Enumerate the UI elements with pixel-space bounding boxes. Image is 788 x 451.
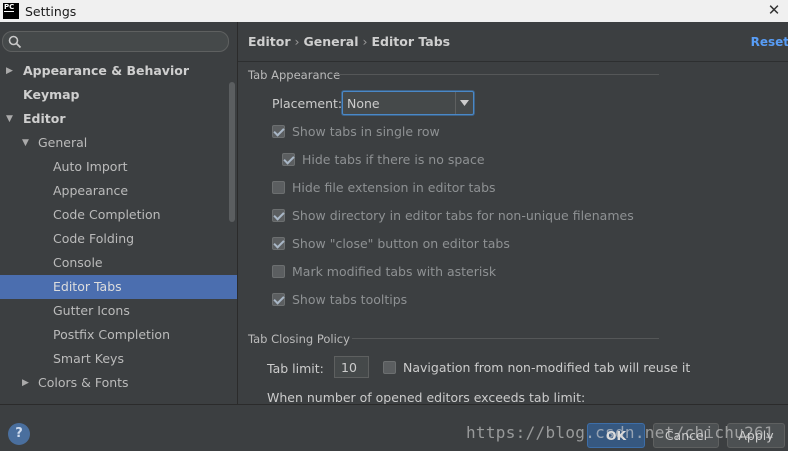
breadcrumb-editor-tabs: Editor Tabs [371, 34, 451, 49]
tree-item-appearance[interactable]: Appearance [0, 179, 237, 203]
option-label: Hide file extension in editor tabs [292, 180, 496, 195]
title-bar: PC Settings ✕ [0, 0, 788, 22]
help-icon[interactable]: ? [8, 423, 30, 445]
tab-appearance-title: Tab Appearance [248, 68, 341, 82]
search-input[interactable] [2, 31, 229, 52]
tree-item-label: Appearance [53, 183, 129, 198]
tree-item-label: Console [53, 255, 103, 270]
tree-item-colors-fonts[interactable]: ▶ Colors & Fonts [0, 371, 237, 395]
reset-link[interactable]: Reset [751, 35, 788, 49]
tree-item-label: Editor Tabs [53, 279, 122, 294]
tree-item-label: Postfix Completion [53, 327, 170, 342]
pycharm-app-icon: PC [3, 3, 19, 19]
breadcrumb-bar: Editor › General › Editor Tabs Reset [238, 22, 788, 62]
placement-label: Placement: [272, 96, 343, 111]
tab-limit-label: Tab limit: [267, 361, 324, 376]
breadcrumb-separator: › [294, 34, 300, 49]
tree-item-console[interactable]: Console [0, 251, 237, 275]
checkbox[interactable] [272, 265, 285, 278]
section-divider [334, 74, 659, 75]
option-label: Show "close" button on editor tabs [292, 236, 510, 251]
breadcrumb: Editor › General › Editor Tabs [248, 34, 450, 49]
tree-item-smart-keys[interactable]: Smart Keys [0, 347, 237, 371]
option-label: Show directory in editor tabs for non-un… [292, 208, 634, 223]
breadcrumb-editor: Editor [248, 34, 291, 49]
option-label: Navigation from non-modified tab will re… [403, 360, 691, 375]
tree-item-label: Code Folding [53, 231, 135, 246]
checkbox[interactable] [272, 237, 285, 250]
placement-select[interactable]: None [342, 91, 474, 115]
tree-item-editor-tabs[interactable]: Editor Tabs [0, 275, 237, 299]
checkbox[interactable] [383, 361, 396, 374]
tree-item-code-completion[interactable]: Code Completion [0, 203, 237, 227]
checkbox[interactable] [282, 153, 295, 166]
tree-item-label: Smart Keys [53, 351, 124, 366]
tree-item-appearance-behavior[interactable]: ▶ Appearance & Behavior [0, 59, 237, 83]
tree-item-label: Keymap [23, 87, 80, 102]
watermark-text: https://blog.csdn.net/chichu261 [466, 423, 774, 442]
option-label: Hide tabs if there is no space [302, 152, 485, 167]
window-title: Settings [25, 3, 77, 19]
option-label: Mark modified tabs with asterisk [292, 264, 497, 279]
expand-arrow-icon[interactable]: ▶ [22, 371, 29, 395]
checkbox[interactable] [272, 209, 285, 222]
tree-item-label: Code Completion [53, 207, 161, 222]
collapse-arrow-icon[interactable]: ▼ [6, 107, 13, 131]
section-divider [352, 338, 659, 339]
settings-sidebar: ▶ Appearance & Behavior Keymap ▼ Editor … [0, 22, 237, 404]
tree-item-label: General [38, 135, 88, 150]
tree-item-general[interactable]: ▼ General [0, 131, 237, 155]
tab-limit-input[interactable]: 10 [334, 356, 369, 378]
checkbox[interactable] [272, 125, 285, 138]
tree-item-gutter-icons[interactable]: Gutter Icons [0, 299, 237, 323]
tree-item-keymap[interactable]: Keymap [0, 83, 237, 107]
breadcrumb-general: General [303, 34, 359, 49]
placement-value: None [347, 96, 380, 111]
expand-arrow-icon[interactable]: ▶ [6, 59, 13, 83]
settings-panel: Editor › General › Editor Tabs Reset Tab App… [237, 22, 788, 405]
tree-item-label: Colors & Fonts [38, 375, 129, 390]
tree-item-label: Auto Import [53, 159, 128, 174]
tree-item-label: Editor [23, 111, 66, 126]
tree-item-postfix-completion[interactable]: Postfix Completion [0, 323, 237, 347]
option-label: Show tabs tooltips [292, 292, 408, 307]
checkbox[interactable] [272, 293, 285, 306]
tree-item-label: Gutter Icons [53, 303, 130, 318]
tab-closing-policy-title: Tab Closing Policy [248, 332, 350, 346]
breadcrumb-separator: › [362, 34, 368, 49]
tree-item-label: Appearance & Behavior [23, 63, 189, 78]
close-icon[interactable]: ✕ [766, 1, 782, 19]
checkbox[interactable] [272, 181, 285, 194]
tree-item-code-folding[interactable]: Code Folding [0, 227, 237, 251]
tree-item-editor[interactable]: ▼ Editor [0, 107, 237, 131]
search-icon [8, 35, 22, 49]
option-label: Show tabs in single row [292, 124, 440, 139]
collapse-arrow-icon[interactable]: ▼ [22, 131, 29, 155]
dropdown-arrow-icon[interactable] [455, 92, 473, 114]
exceeds-tab-limit-label: When number of opened editors exceeds ta… [267, 390, 586, 405]
dialog-button-bar: ? OK Cancel Apply https://blog.csdn.net/… [0, 404, 788, 451]
tree-item-auto-import[interactable]: Auto Import [0, 155, 237, 179]
